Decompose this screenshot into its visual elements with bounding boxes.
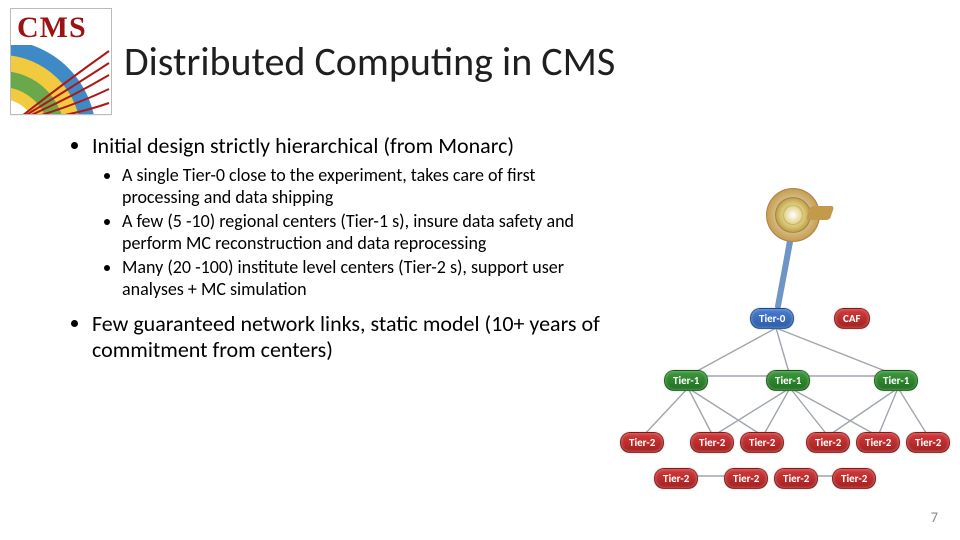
bullet-initial-design: Initial design strictly hierarchical (fr…: [92, 133, 612, 159]
node-tier2: Tier-2: [690, 432, 734, 453]
bullet-tier0-desc: A single Tier-0 close to the experiment,…: [122, 165, 592, 209]
cms-logo: CMS: [10, 8, 112, 115]
bullet-network-links: Few guaranteed network links, static mod…: [92, 311, 612, 363]
node-tier2: Tier-2: [856, 432, 900, 453]
slide-title: Distributed Computing in CMS: [124, 37, 615, 86]
node-tier2: Tier-2: [806, 432, 850, 453]
node-tier2: Tier-2: [724, 468, 768, 489]
node-caf: CAF: [834, 308, 870, 329]
bullet-tier1-desc: A few (5 -10) regional centers (Tier-1 s…: [122, 211, 592, 255]
bullet-tier2-desc: Many (20 -100) institute level centers (…: [122, 257, 592, 301]
detector-icon: [758, 188, 828, 242]
node-tier1: Tier-1: [766, 370, 810, 391]
node-tier2: Tier-2: [740, 432, 784, 453]
node-tier2: Tier-2: [832, 468, 876, 489]
node-tier2: Tier-2: [906, 432, 950, 453]
node-tier1: Tier-1: [874, 370, 918, 391]
tier-diagram: Tier-0 CAF Tier-1 Tier-1 Tier-1 Tier-2 T…: [618, 188, 948, 488]
node-tier2: Tier-2: [654, 468, 698, 489]
node-tier2: Tier-2: [620, 432, 664, 453]
cms-logo-text: CMS: [11, 9, 111, 45]
node-tier0: Tier-0: [750, 308, 794, 329]
title-row: CMS Distributed Computing in C: [0, 0, 960, 115]
node-tier1: Tier-1: [664, 370, 708, 391]
page-number: 7: [931, 509, 938, 526]
node-tier2: Tier-2: [774, 468, 818, 489]
